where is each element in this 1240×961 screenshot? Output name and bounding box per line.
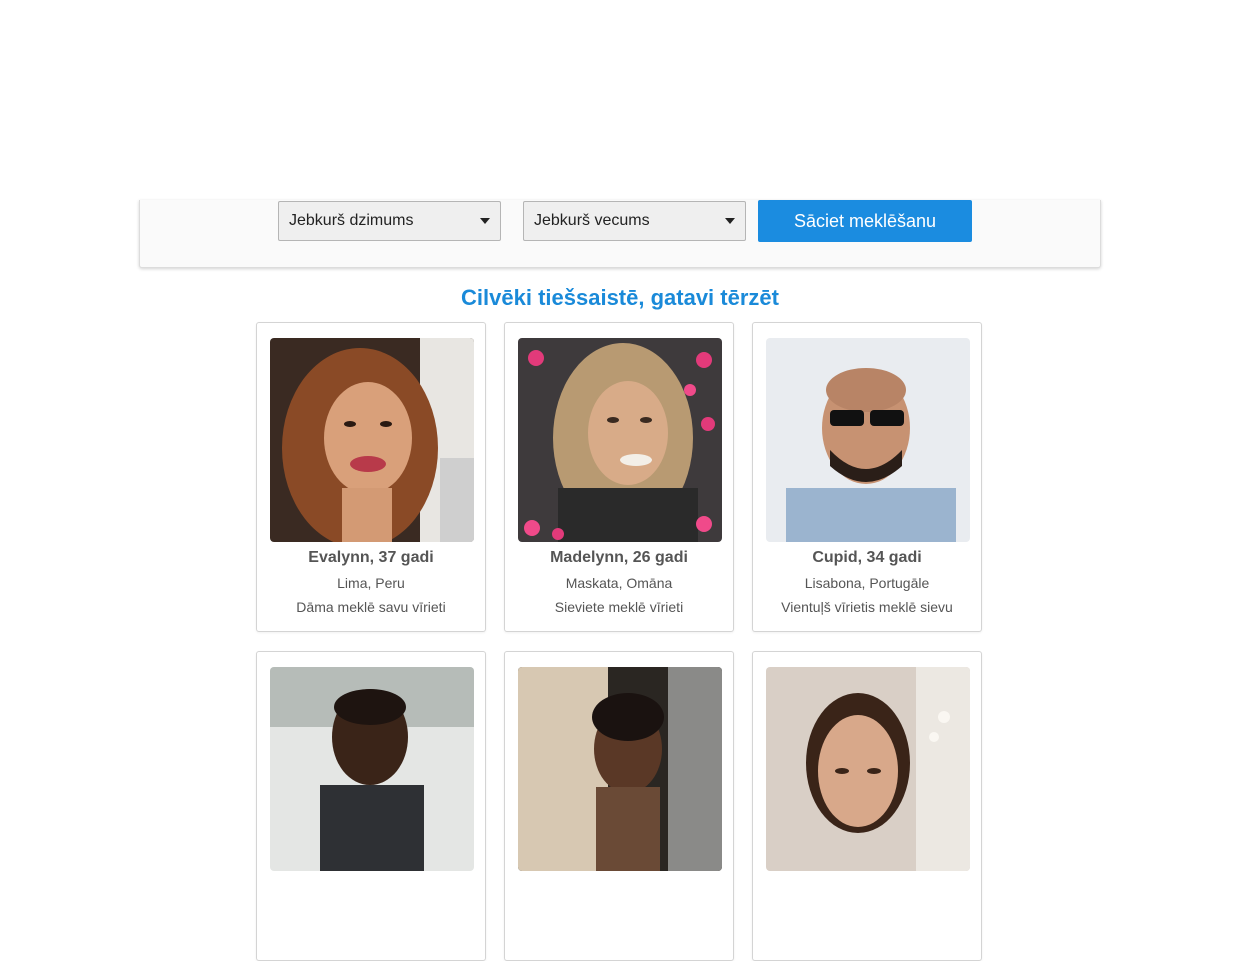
profile-location: Lima, Peru	[337, 575, 405, 591]
profile-card[interactable]	[752, 651, 982, 961]
profile-photo[interactable]	[270, 667, 474, 871]
age-select-value: Jebkurš vecums	[534, 212, 650, 229]
profile-name[interactable]: Evalynn, 37 gadi	[257, 549, 485, 567]
search-panel: Jebkurš dzimums Jebkurš vecums Sāciet me…	[139, 200, 1101, 268]
profile-photo[interactable]	[270, 338, 474, 542]
profile-card[interactable]: Madelynn, 26 gadi Maskata, Omāna Sieviet…	[504, 322, 734, 632]
gender-select-value: Jebkurš dzimums	[289, 212, 414, 229]
section-heading: Cilvēki tiešsaistē, gatavi tērzēt	[461, 285, 779, 310]
profile-seeking: Dāma meklē savu vīrieti	[296, 599, 446, 615]
profile-card[interactable]: Evalynn, 37 gadi Lima, Peru Dāma meklē s…	[256, 322, 486, 632]
profile-location: Lisabona, Portugāle	[804, 575, 930, 591]
profile-photo[interactable]	[518, 667, 722, 871]
profile-card[interactable]: Cupid, 34 gadi Lisabona, Portugāle Vient…	[752, 322, 982, 632]
gender-select[interactable]: Jebkurš dzimums	[278, 201, 501, 241]
profile-card[interactable]	[504, 651, 734, 961]
profile-location: Maskata, Omāna	[565, 575, 673, 591]
chevron-down-icon	[725, 218, 735, 224]
profile-seeking: Sieviete meklē vīrieti	[554, 599, 684, 615]
age-select[interactable]: Jebkurš vecums	[523, 201, 746, 241]
profile-name[interactable]: Cupid, 34 gadi	[753, 549, 981, 567]
profile-name[interactable]: Madelynn, 26 gadi	[505, 549, 733, 567]
start-search-button[interactable]: Sāciet meklēšanu	[758, 200, 972, 242]
profile-seeking: Vientuļš vīrietis meklē sievu	[781, 599, 953, 615]
profile-photo[interactable]	[766, 667, 970, 871]
profile-card[interactable]	[256, 651, 486, 961]
profile-photo[interactable]	[766, 338, 970, 542]
profile-photo[interactable]	[518, 338, 722, 542]
chevron-down-icon	[480, 218, 490, 224]
